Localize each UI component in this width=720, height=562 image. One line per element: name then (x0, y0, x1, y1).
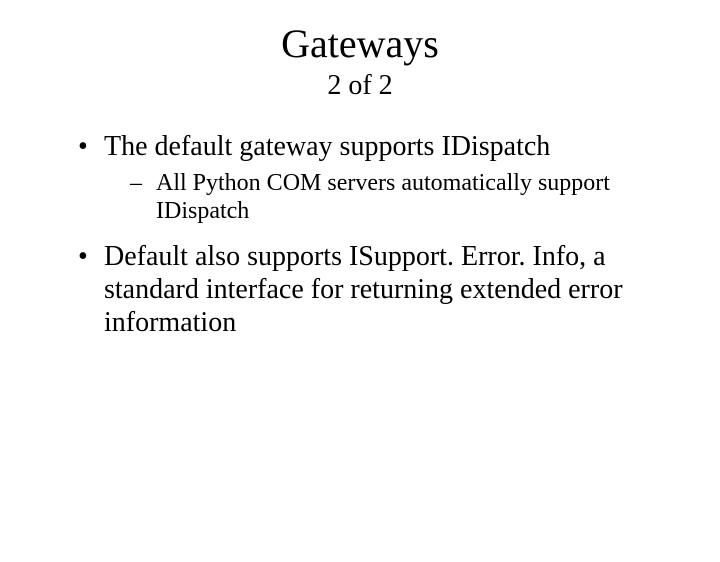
slide-content: The default gateway supports IDispatch A… (0, 130, 720, 339)
bullet-text: The default gateway supports IDispatch (104, 131, 550, 162)
bullet-text: Default also supports ISupport. Error. I… (104, 241, 623, 338)
sub-bullet-item: All Python COM servers automatically sup… (130, 169, 660, 226)
bullet-item: The default gateway supports IDispatch A… (78, 130, 660, 226)
slide-title: Gateways (0, 22, 720, 66)
sub-bullet-text: All Python COM servers automatically sup… (156, 170, 610, 224)
slide-subtitle: 2 of 2 (0, 70, 720, 102)
slide: Gateways 2 of 2 The default gateway supp… (0, 22, 720, 562)
bullet-item: Default also supports ISupport. Error. I… (78, 240, 660, 339)
